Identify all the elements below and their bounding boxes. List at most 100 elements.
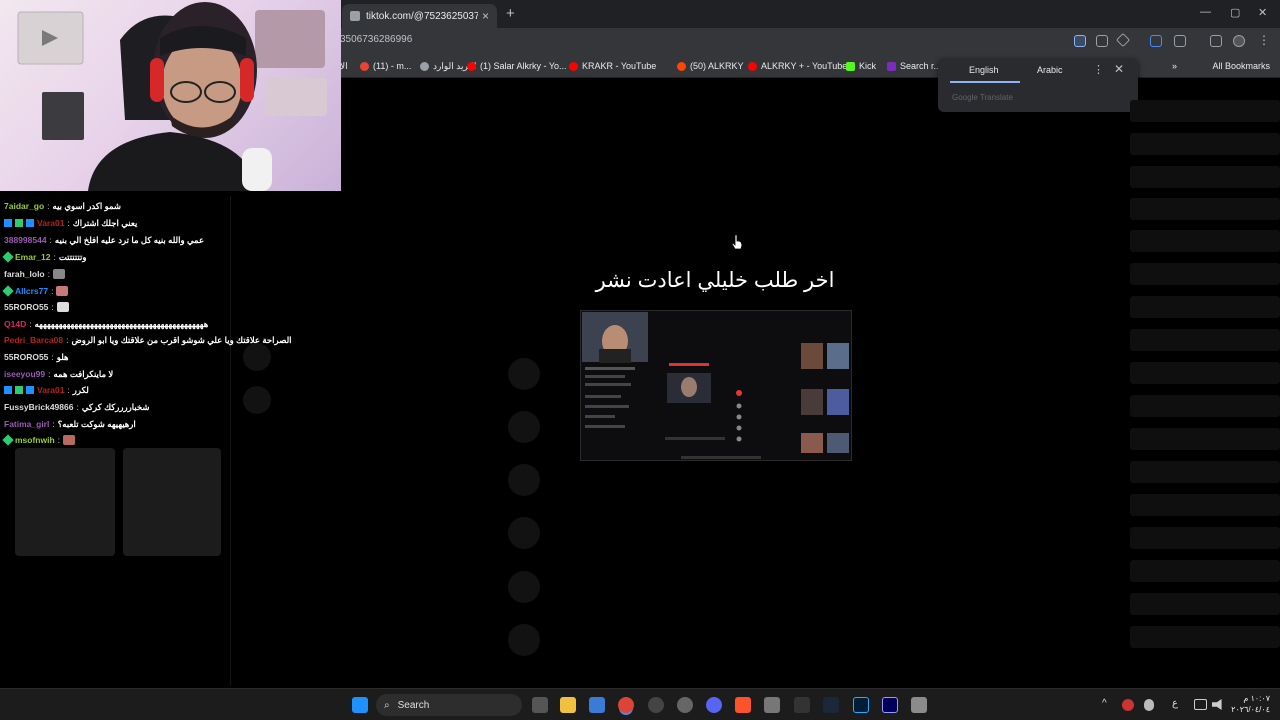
kick-icon xyxy=(846,61,855,71)
tray-app-icon[interactable] xyxy=(1122,699,1134,711)
chat-message: farah_lolo: xyxy=(4,267,65,281)
obs-icon[interactable] xyxy=(648,697,664,713)
share-action-placeholder[interactable] xyxy=(508,517,540,549)
bookmark-item[interactable]: Kick xyxy=(846,61,876,71)
close-window-button[interactable]: ✕ xyxy=(1258,6,1267,19)
taskbar-search[interactable]: ⌕ Search xyxy=(376,694,522,716)
bookmark-item[interactable]: ALKRKY + - YouTube xyxy=(748,61,847,71)
chat-message: Vara01: لكرر xyxy=(4,383,89,397)
chat-message: FussyBrick49866: شخبارررركك كركي xyxy=(4,400,149,414)
chat-separator: : xyxy=(67,218,70,228)
bookmark-label: (11) - m... xyxy=(373,61,412,71)
chat-text: شخبارررركك كركي xyxy=(81,401,150,412)
chat-username: 388998544 xyxy=(4,235,47,245)
store-icon[interactable] xyxy=(589,697,605,713)
chat-username: iseeyou99 xyxy=(4,369,46,379)
volume-icon[interactable] xyxy=(1212,699,1222,710)
extensions-icon[interactable] xyxy=(1174,35,1186,47)
task-view-icon[interactable] xyxy=(532,697,548,713)
chat-text: يعني اجلك اشتراك xyxy=(72,217,138,228)
microphone-icon[interactable] xyxy=(1144,699,1154,711)
minimize-button[interactable]: — xyxy=(1200,6,1211,18)
install-app-icon[interactable] xyxy=(1096,35,1108,47)
chat-separator: : xyxy=(67,385,70,395)
bookmark-item[interactable]: Search r... xyxy=(887,61,941,71)
network-icon[interactable] xyxy=(1194,699,1207,710)
repost-action-placeholder[interactable] xyxy=(508,571,540,603)
skeleton-row xyxy=(1130,527,1280,549)
sub-badge-icon xyxy=(15,219,23,227)
skeleton-row xyxy=(1130,362,1280,384)
settings-gear-icon[interactable] xyxy=(677,697,693,713)
browser-tab[interactable]: tiktok.com/@752362503798911 × xyxy=(342,4,497,28)
emote-icon xyxy=(63,435,76,445)
windows-start-icon[interactable] xyxy=(352,697,368,713)
bookmark-label: Kick xyxy=(859,61,877,71)
hand-cursor-icon xyxy=(731,234,743,250)
app-icon[interactable] xyxy=(764,697,780,713)
skeleton-row xyxy=(1130,626,1280,648)
chat-text: لكرر xyxy=(72,384,89,395)
menu-kebab-icon[interactable]: ⋮ xyxy=(1258,33,1270,47)
save-action-placeholder[interactable] xyxy=(508,464,540,496)
tab-close-icon[interactable]: × xyxy=(482,9,489,23)
translate-tab-english[interactable]: English xyxy=(969,65,999,75)
youtube-icon xyxy=(467,61,476,71)
chat-separator: : xyxy=(48,369,51,379)
clock-date: ٢٠٢٦/٠٤/٠٤ xyxy=(1231,705,1270,714)
tray-overflow-icon[interactable]: ^ xyxy=(1102,698,1107,709)
skeleton-row xyxy=(1130,461,1280,483)
translate-more-icon[interactable]: ⋮ xyxy=(1093,63,1104,76)
chat-username: Pedri_Barca08 xyxy=(4,335,64,345)
bookmark-item[interactable]: KRAKR - YouTube xyxy=(569,61,656,71)
capcut-icon[interactable] xyxy=(794,697,810,713)
read-aloud-icon[interactable] xyxy=(1150,35,1162,47)
chat-username: Q14D xyxy=(4,319,27,329)
input-language-indicator[interactable]: ع xyxy=(1172,698,1178,709)
restore-button[interactable]: ▢ xyxy=(1230,6,1240,19)
address-bar[interactable]: 3506736286996 xyxy=(340,34,412,45)
chat-username: FussyBrick49866 xyxy=(4,402,74,412)
bookmark-item[interactable]: (1) Salar Alkrky - Yo... xyxy=(467,61,567,71)
new-tab-button[interactable]: + xyxy=(506,5,515,22)
all-bookmarks-button[interactable]: All Bookmarks xyxy=(1212,61,1270,71)
emote-icon xyxy=(56,286,69,296)
chat-username: Fatima_girl xyxy=(4,419,50,429)
skeleton-row xyxy=(1130,198,1280,220)
bookmark-item[interactable]: (11) - m... xyxy=(360,61,411,71)
bookmark-star-icon[interactable] xyxy=(1115,32,1131,48)
chat-text: عمي والله بنيه كل ما ترد عليه افلخ الي ب… xyxy=(54,234,205,245)
tiktok-favicon-icon xyxy=(350,11,360,21)
like-action-placeholder[interactable] xyxy=(508,358,540,390)
skeleton-row xyxy=(1130,296,1280,318)
comment-action-placeholder[interactable] xyxy=(508,411,540,443)
bookmark-item[interactable]: الا xyxy=(340,61,348,72)
reading-list-icon[interactable] xyxy=(1210,35,1222,47)
photoshop-icon[interactable] xyxy=(853,697,869,713)
more-action-placeholder[interactable] xyxy=(508,624,540,656)
chat-message: 388998544: عمي والله بنيه كل ما ترد عليه … xyxy=(4,233,204,247)
chat-separator: : xyxy=(76,402,79,412)
video-thumbnail[interactable] xyxy=(580,310,852,461)
translate-popup: English Arabic ⋮ ✕ Google Translate xyxy=(938,58,1138,112)
discord-icon[interactable] xyxy=(706,697,722,713)
translate-close-icon[interactable]: ✕ xyxy=(1114,62,1124,76)
system-clock[interactable]: ١٠:٠٧ م ٢٠٢٦/٠٤/٠٤ xyxy=(1231,693,1270,715)
sub-badge-icon xyxy=(15,386,23,394)
translate-tab-arabic[interactable]: Arabic xyxy=(1037,65,1063,75)
profile-avatar[interactable] xyxy=(1233,35,1245,47)
chat-message: 7aidar_go: شمو اكدر اسوي بيه xyxy=(4,199,121,213)
bookmarks-overflow-button[interactable]: » xyxy=(1172,61,1177,71)
chrome-icon[interactable] xyxy=(618,697,634,713)
reddit-icon xyxy=(677,61,686,71)
file-explorer-icon[interactable] xyxy=(560,697,576,713)
streamer-webcam-image xyxy=(17,2,327,191)
brave-icon[interactable] xyxy=(735,697,751,713)
steam-icon[interactable] xyxy=(823,697,839,713)
translate-icon[interactable] xyxy=(1074,35,1086,47)
minecraft-icon[interactable] xyxy=(911,697,927,713)
sub-badge-icon xyxy=(2,285,14,297)
live-chat: 7aidar_go: شمو اكدر اسوي بيه Vara01: يعني … xyxy=(0,196,300,456)
bookmark-item[interactable]: (50) ALKRKY xyxy=(677,61,744,71)
premiere-icon[interactable] xyxy=(882,697,898,713)
